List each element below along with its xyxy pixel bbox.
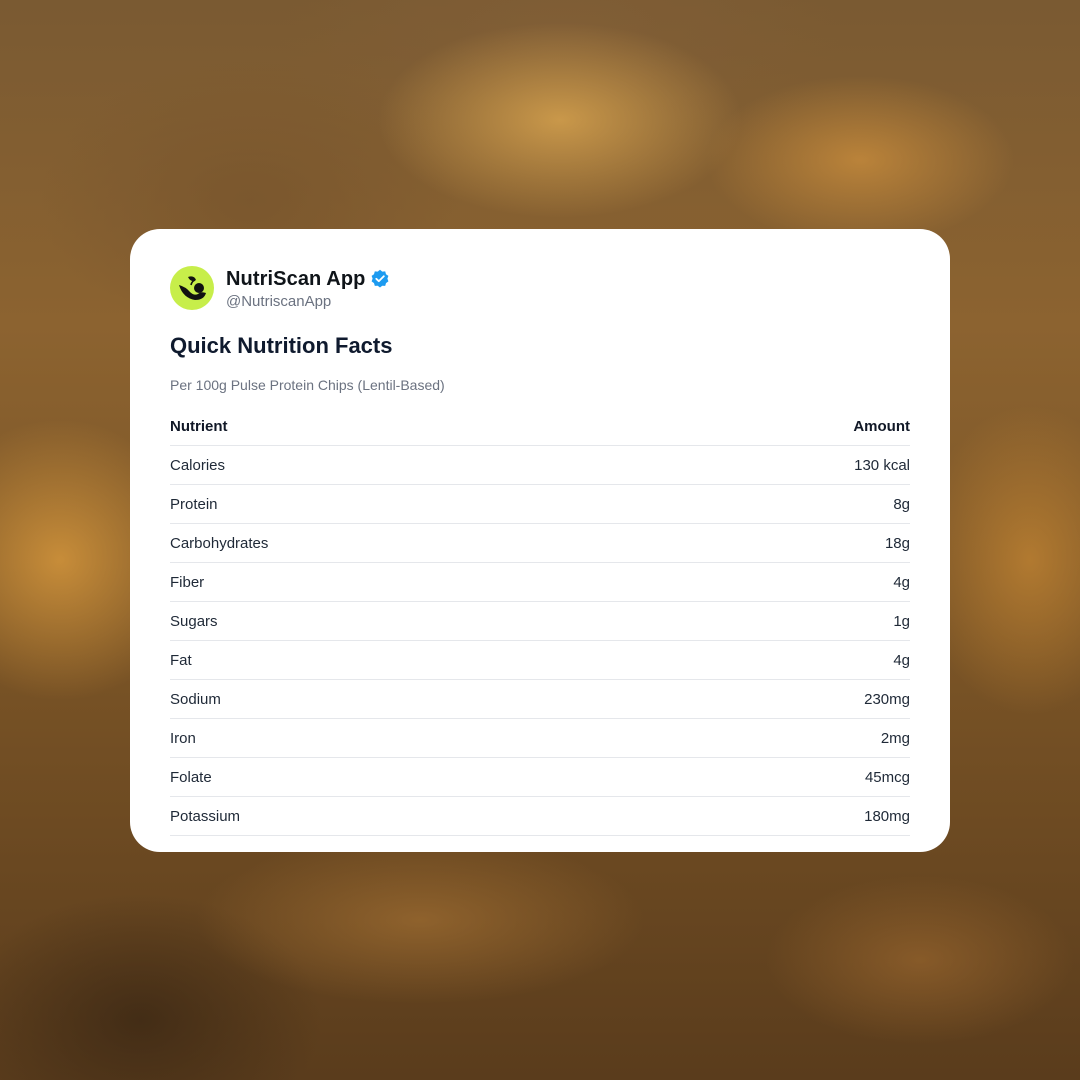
- table-row: Protein 8g: [170, 484, 910, 524]
- nutrient-name: Folate: [170, 757, 640, 797]
- nutrient-name: Iron: [170, 718, 640, 758]
- account-handle[interactable]: @NutriscanApp: [226, 293, 390, 310]
- nutrient-amount: 18g: [639, 523, 910, 563]
- nutrient-amount: 8g: [639, 484, 910, 524]
- nutrient-amount: 2mg: [639, 718, 910, 758]
- nutrient-name: Calories: [170, 445, 640, 485]
- nutrition-card: NutriScan App @NutriscanApp Quick Nutrit…: [130, 229, 950, 852]
- leaf-logo-icon: [179, 276, 206, 300]
- table-row: Fiber 4g: [170, 562, 910, 602]
- nutrient-name: Sugars: [170, 601, 640, 641]
- table-row: Calories 130 kcal: [170, 445, 910, 485]
- table-row: Carbohydrates 18g: [170, 523, 910, 563]
- table-row: Sodium 230mg: [170, 679, 910, 719]
- nutrition-table: Nutrient Amount Calories 130 kcal Protei…: [170, 407, 910, 836]
- nutrient-name: Protein: [170, 484, 640, 524]
- nutrient-amount: 180mg: [639, 796, 910, 836]
- card-title: Quick Nutrition Facts: [170, 333, 393, 358]
- nutrient-name: Sodium: [170, 679, 640, 719]
- account-header: NutriScan App @NutriscanApp: [170, 265, 910, 311]
- nutrient-amount: 130 kcal: [639, 445, 910, 485]
- nutrient-name: Carbohydrates: [170, 523, 640, 563]
- table-row: Folate 45mcg: [170, 757, 910, 797]
- account-name[interactable]: NutriScan App: [226, 268, 365, 291]
- nutrient-name: Potassium: [170, 796, 640, 836]
- table-header-row: Nutrient Amount: [170, 407, 910, 446]
- table-row: Potassium 180mg: [170, 796, 910, 836]
- card-subtitle: Per 100g Pulse Protein Chips (Lentil-Bas…: [170, 377, 445, 393]
- nutrient-amount: 4g: [639, 562, 910, 602]
- nutrient-name: Fiber: [170, 562, 640, 602]
- nutrient-name: Fat: [170, 640, 640, 680]
- nutrient-amount: 230mg: [639, 679, 910, 719]
- table-row: Iron 2mg: [170, 718, 910, 758]
- avatar[interactable]: [170, 266, 214, 310]
- table-row: Sugars 1g: [170, 601, 910, 641]
- nutrient-column-header: Nutrient: [170, 407, 640, 446]
- nutrient-amount: 1g: [639, 601, 910, 641]
- nutrient-amount: 4g: [639, 640, 910, 680]
- table-row: Fat 4g: [170, 640, 910, 680]
- nutrient-amount: 45mcg: [639, 757, 910, 797]
- amount-column-header: Amount: [639, 407, 910, 446]
- verified-badge-icon: [372, 269, 389, 288]
